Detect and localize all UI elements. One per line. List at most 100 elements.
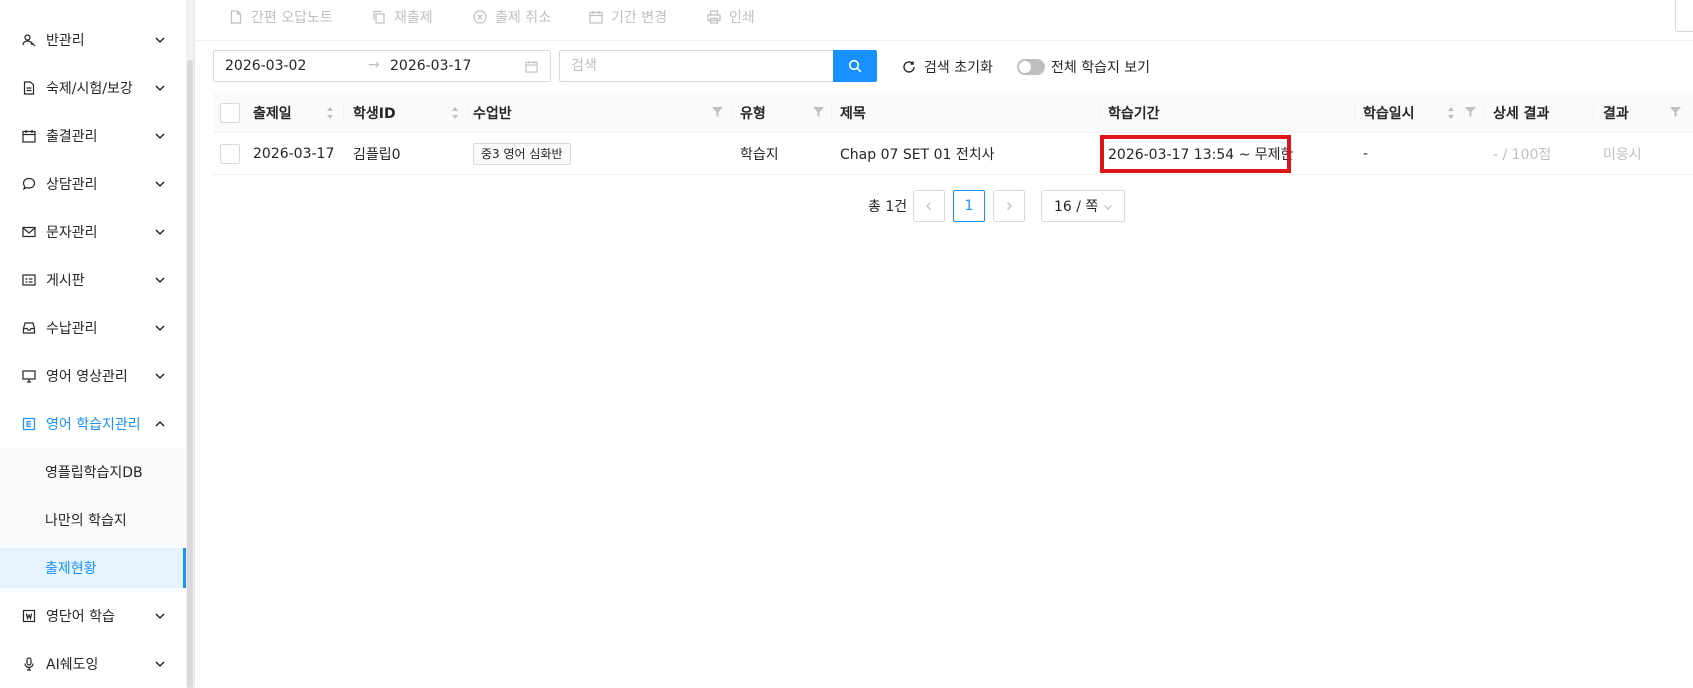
chevron-left-icon [926,202,931,210]
sidebar-item-attendance[interactable]: 출결관리 [0,112,186,160]
reissue-button[interactable]: 재출제 [372,6,433,28]
sidebar-item-label: 게시판 [46,273,85,289]
cell-date: 2026-03-17 [253,146,335,162]
print-button[interactable]: 인쇄 [707,6,755,28]
filter-icon[interactable] [1465,106,1476,118]
cell-study-time: - [1363,146,1369,162]
column-header-period[interactable]: 학습기간 [1108,93,1160,133]
column-header-result[interactable]: 결과 [1603,93,1629,133]
reload-icon [903,61,915,73]
column-header-title[interactable]: 제목 [840,93,866,133]
worksheet-icon [22,417,36,431]
document-icon [22,81,36,95]
row-checkbox[interactable] [220,144,240,164]
search-button[interactable] [833,50,877,82]
date-range-picker[interactable]: 2026-03-02 → 2026-03-17 [213,50,551,82]
cell-class: 중3 영어 심화반 [473,133,571,175]
table-row[interactable]: 2026-03-17 김플립0 중3 영어 심화반 학습지 Chap 07 SE… [213,133,1693,175]
sidebar-item-label: 수납관리 [46,321,98,337]
column-header-date[interactable]: 출제일 [253,93,292,133]
sort-icon[interactable] [326,106,334,120]
reset-search-button[interactable]: 검색 초기화 [902,57,993,77]
filter-icon[interactable] [712,106,723,118]
sidebar-item-label: 상담관리 [46,177,98,193]
column-divider [1483,105,1484,121]
sidebar-item-label: 출결관리 [46,129,98,145]
board-icon [22,273,36,287]
sort-icon[interactable] [1447,106,1455,120]
start-date-input[interactable]: 2026-03-02 [225,58,306,74]
sidebar-item-board[interactable]: 게시판 [0,256,186,304]
sidebar-subitem-assignment-status[interactable]: 출제현황 [0,548,186,588]
chevron-down-icon [155,373,165,380]
column-divider [1100,105,1101,121]
sidebar-item-label: AI쉐도잉 [46,657,99,673]
scrollbar-thumb[interactable] [187,60,193,688]
page-size-select[interactable]: 16 / 쪽 [1041,190,1125,222]
show-all-toggle: 전체 학습지 보기 [1017,57,1150,77]
show-all-switch[interactable] [1017,59,1045,75]
sidebar-item-messages[interactable]: 문자관리 [0,208,186,256]
sidebar-item-counseling[interactable]: 상담관리 [0,160,186,208]
page-size-value: 16 / 쪽 [1054,199,1099,215]
sidebar-item-english-worksheet[interactable]: 영어 학습지관리 [0,400,186,448]
column-header-type[interactable]: 유형 [740,93,766,133]
microphone-icon [22,657,36,671]
cancel-assignment-button[interactable]: 출제 취소 [473,6,551,28]
prev-page-button[interactable] [913,190,945,222]
select-all-checkbox[interactable] [220,103,240,123]
chevron-down-icon [155,133,165,140]
show-all-label: 전체 학습지 보기 [1051,60,1151,76]
column-divider [1354,105,1355,121]
cell-title[interactable]: Chap 07 SET 01 전치사 [840,133,994,175]
sidebar-item-vocabulary[interactable]: 영단어 학습 [0,592,186,640]
total-count: 총 1건 [868,199,908,215]
column-divider [731,105,732,121]
search-input[interactable] [559,50,833,82]
column-divider [343,105,344,121]
cell-result: 미응시 [1603,147,1642,163]
column-header-detail[interactable]: 상세 결과 [1493,93,1549,133]
sidebar-item-english-video[interactable]: 영어 영상관리 [0,352,186,400]
monitor-icon [22,369,36,383]
sidebar-item-payment[interactable]: 수납관리 [0,304,186,352]
sidebar-subitem-my-worksheets[interactable]: 나만의 학습지 [0,500,186,540]
column-divider [831,105,832,121]
column-divider [467,105,468,121]
column-header-class[interactable]: 수업반 [473,93,512,133]
action-toolbar: 간편 오답노트 재출제 출제 취소 기간 변경 인쇄 [195,0,1693,41]
end-date-input[interactable]: 2026-03-17 [390,58,471,74]
print-label: 인쇄 [729,10,755,26]
chevron-down-icon [155,85,165,92]
filter-icon[interactable] [813,106,824,118]
toolbar-extra-button[interactable] [1675,0,1693,32]
printer-icon [707,10,721,24]
chevron-down-icon [155,229,165,236]
sidebar-item-class-management[interactable]: 반관리 [0,16,186,64]
table-header: 출제일 학생ID 수업반 유형 제목 학습기간 학습일시 상세 결과 결과 [213,93,1693,133]
next-page-button[interactable] [993,190,1025,222]
column-header-study-time[interactable]: 학습일시 [1363,93,1415,133]
sort-icon[interactable] [451,106,459,120]
chevron-down-icon [155,37,165,44]
sidebar-item-label: 문자관리 [46,225,98,241]
chevron-right-icon [1007,202,1012,210]
sidebar-subitem-worksheet-db[interactable]: 영플립학습지DB [0,452,186,492]
sidebar-item-label: 숙제/시험/보강 [46,81,133,97]
column-header-student[interactable]: 학생ID [353,93,396,133]
change-period-button[interactable]: 기간 변경 [589,6,667,28]
quick-wrong-note-label: 간편 오답노트 [251,10,333,26]
quick-wrong-note-button[interactable]: 간편 오답노트 [229,6,333,28]
chevron-up-icon [155,420,165,427]
sidebar-item-homework[interactable]: 숙제/시험/보강 [0,64,186,112]
inbox-icon [22,321,36,335]
sidebar-item-label: 영어 학습지관리 [46,417,141,433]
calendar-icon [22,129,36,143]
sidebar-item-ai-shadowing[interactable]: AI쉐도잉 [0,640,186,688]
filter-icon[interactable] [1670,106,1681,118]
sidebar-scrollbar[interactable] [186,0,194,688]
cell-type: 학습지 [740,147,779,163]
chevron-down-icon [155,325,165,332]
switch-knob [1019,61,1031,73]
page-1-button[interactable]: 1 [953,190,985,222]
